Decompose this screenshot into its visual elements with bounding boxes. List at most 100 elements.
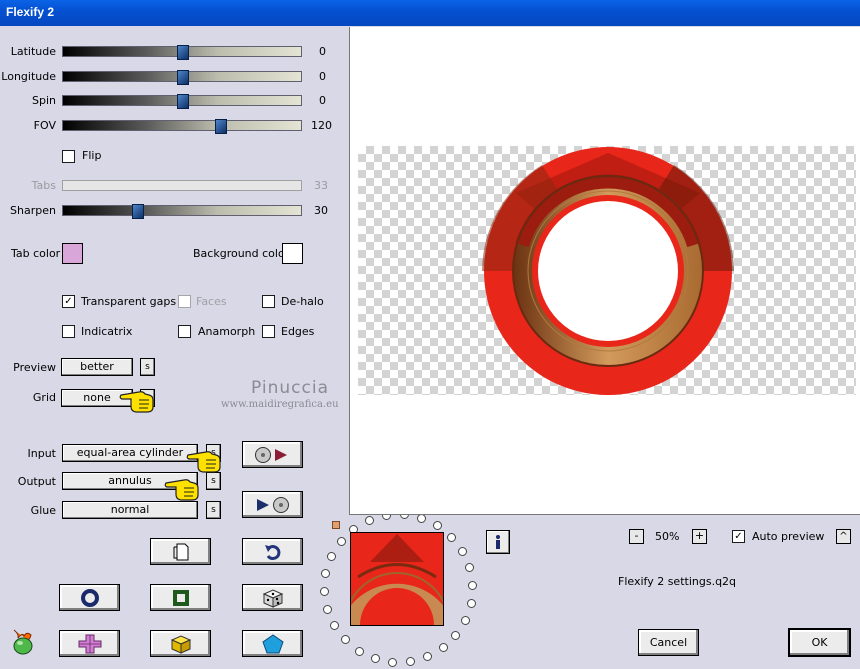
spin-thumb[interactable] [177, 94, 189, 109]
faces-checkbox [178, 295, 191, 308]
orientation-dot[interactable] [340, 635, 350, 645]
latitude-thumb[interactable] [177, 45, 189, 60]
orientation-dot[interactable] [320, 587, 330, 597]
flip-checkbox[interactable] [62, 150, 75, 163]
thumbnail-preview[interactable] [350, 532, 444, 626]
auto-preview-checkbox[interactable]: ✓ [732, 530, 745, 543]
dice-icon [262, 588, 283, 608]
tabs-slider [62, 180, 302, 191]
orientation-dot[interactable] [321, 569, 331, 579]
de-halo-checkbox[interactable] [262, 295, 275, 308]
flip-label: Flip [82, 149, 102, 162]
orientation-dot[interactable] [467, 580, 477, 590]
disc-play-icon [254, 446, 287, 463]
fov-slider[interactable] [62, 119, 302, 134]
orientation-dot[interactable] [405, 657, 415, 667]
orientation-dot[interactable] [370, 654, 380, 664]
new-page-button[interactable] [150, 538, 211, 565]
anamorph-checkbox[interactable] [178, 325, 191, 338]
zoom-in-button[interactable]: + [692, 529, 707, 544]
indicatrix-label: Indicatrix [81, 325, 133, 338]
glue-label: Glue [30, 504, 56, 517]
random-button[interactable] [242, 584, 303, 611]
de-halo-label: De-halo [281, 295, 324, 308]
fov-label: FOV [33, 119, 56, 132]
input-select[interactable]: equal-area cylinder [62, 444, 198, 462]
orientation-dot[interactable] [460, 615, 470, 625]
fov-thumb[interactable] [215, 119, 227, 134]
faces-label: Faces [196, 295, 227, 308]
longitude-slider[interactable] [62, 70, 302, 85]
input-play-button[interactable] [242, 441, 303, 468]
transparent-gaps-checkbox[interactable]: ✓ [62, 295, 75, 308]
orientation-dot[interactable] [466, 598, 476, 608]
output-label: Output [17, 475, 56, 488]
sharpen-label: Sharpen [10, 204, 56, 217]
indicatrix-checkbox[interactable] [62, 325, 75, 338]
longitude-thumb[interactable] [177, 70, 189, 85]
preview-s-button[interactable]: s [140, 358, 155, 376]
auto-preview-label: Auto preview [752, 530, 825, 543]
glue-select[interactable]: normal [62, 501, 198, 519]
pointing-hand-icon [186, 451, 221, 473]
pentagon-icon [261, 633, 284, 653]
orientation-dot[interactable] [364, 515, 374, 525]
grid-label: Grid [32, 391, 56, 404]
output-s-button[interactable]: s [206, 472, 221, 490]
ok-button[interactable]: OK [788, 628, 851, 657]
orientation-dot[interactable] [451, 630, 461, 640]
ring-shape-button[interactable] [59, 584, 120, 611]
sharpen-thumb[interactable] [132, 204, 144, 219]
tabs-value: 33 [314, 179, 328, 192]
orientation-dot[interactable] [388, 657, 398, 667]
info-button[interactable] [486, 530, 510, 554]
background-color-swatch[interactable] [282, 243, 303, 264]
orientation-dot[interactable] [433, 521, 443, 531]
pointing-hand-icon [164, 479, 199, 501]
orientation-dot[interactable] [423, 652, 433, 662]
pentagon-button[interactable] [242, 630, 303, 657]
tab-color-label: Tab color [11, 247, 61, 260]
orientation-dot[interactable] [354, 646, 364, 656]
zoom-out-button[interactable]: - [629, 529, 644, 544]
preview-pane[interactable] [349, 27, 860, 515]
orientation-dot[interactable] [327, 552, 337, 562]
output-play-button[interactable] [242, 491, 303, 518]
background-color-label: Background color [193, 247, 290, 260]
orientation-dot[interactable] [336, 537, 346, 547]
latitude-label: Latitude [10, 45, 56, 58]
spin-slider[interactable] [62, 94, 302, 109]
cube-button[interactable] [150, 630, 211, 657]
cross-shape-button[interactable] [59, 630, 120, 657]
spin-label: Spin [32, 94, 56, 107]
tab-color-swatch[interactable] [62, 243, 83, 264]
settings-file-name: Flexify 2 settings.q2q [618, 575, 737, 588]
longitude-label: Longitude [1, 70, 56, 83]
orientation-dot[interactable] [447, 532, 457, 542]
latitude-slider[interactable] [62, 45, 302, 60]
preview-select[interactable]: better [61, 358, 133, 376]
orientation-dot[interactable] [458, 546, 468, 556]
dot-ring-handle[interactable] [332, 521, 340, 529]
orientation-dot[interactable] [438, 643, 448, 653]
square-shape-button[interactable] [150, 584, 211, 611]
sharpen-value: 30 [314, 204, 328, 217]
transparent-gaps-label: Transparent gaps [81, 295, 177, 308]
orientation-dot[interactable] [322, 604, 332, 614]
info-icon [496, 535, 500, 549]
spin-value: 0 [319, 94, 326, 107]
orientation-dot[interactable] [465, 563, 475, 573]
cancel-button[interactable]: Cancel [638, 629, 699, 656]
anamorph-label: Anamorph [198, 325, 256, 338]
orientation-dot[interactable] [417, 513, 427, 523]
sharpen-slider[interactable] [62, 204, 302, 219]
flaming-pear-icon [13, 629, 33, 655]
fov-value: 120 [311, 119, 332, 132]
collapse-button[interactable]: ^ [836, 529, 851, 544]
orientation-dot[interactable] [329, 621, 339, 631]
glue-s-button[interactable]: s [206, 501, 221, 519]
edges-checkbox[interactable] [262, 325, 275, 338]
undo-button[interactable] [242, 538, 303, 565]
preview-label: Preview [13, 361, 56, 374]
window-title: Flexify 2 [6, 5, 55, 19]
